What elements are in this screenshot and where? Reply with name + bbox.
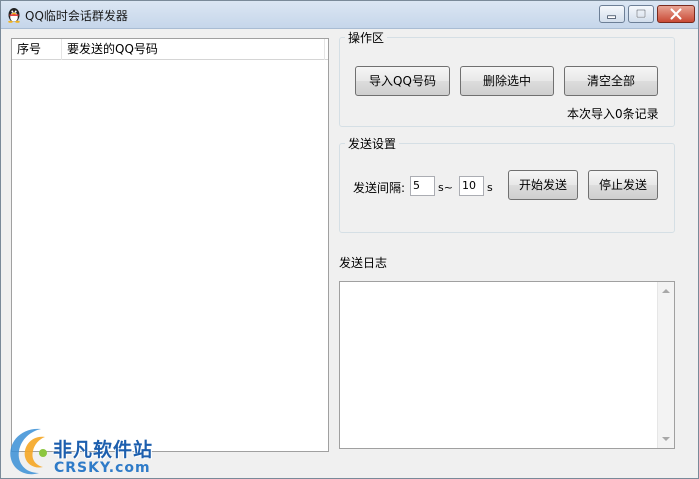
import-qq-button[interactable]: 导入QQ号码 (355, 66, 450, 96)
clear-all-button[interactable]: 清空全部 (564, 66, 658, 96)
interval-max-input[interactable]: 10 (459, 176, 484, 196)
send-log-label: 发送日志 (339, 256, 388, 270)
watermark-cn: 非凡软件站 (53, 439, 154, 461)
scroll-up-icon[interactable] (662, 289, 670, 293)
crsky-logo-icon (10, 428, 47, 475)
interval-max-unit: s (487, 181, 493, 194)
minimize-icon (607, 15, 616, 19)
scroll-down-icon[interactable] (662, 437, 670, 441)
log-scrollbar[interactable] (657, 282, 674, 448)
title-bar[interactable]: QQ临时会话群发器 (1, 1, 698, 29)
operation-group-title: 操作区 (345, 29, 388, 46)
start-send-button[interactable]: 开始发送 (508, 170, 578, 200)
close-button[interactable] (657, 5, 695, 23)
maximize-button[interactable] (628, 5, 654, 23)
column-header-index[interactable]: 序号 (12, 39, 62, 60)
app-window: QQ临时会话群发器 序号 要发送的QQ号码 操作区 导入QQ号码 删除选中 清空… (0, 0, 699, 479)
qq-number-list[interactable]: 序号 要发送的QQ号码 (11, 38, 329, 452)
minimize-button[interactable] (599, 5, 625, 23)
interval-min-unit: s~ (438, 181, 453, 194)
list-header: 序号 要发送的QQ号码 (12, 39, 328, 60)
column-header-qq-number[interactable]: 要发送的QQ号码 (62, 39, 325, 60)
window-title: QQ临时会话群发器 (25, 9, 128, 23)
stop-send-button[interactable]: 停止发送 (588, 170, 658, 200)
send-log-textarea[interactable] (339, 281, 675, 449)
close-icon (670, 8, 682, 20)
interval-label: 发送间隔: (353, 181, 406, 195)
watermark-en: CRSKY.com (54, 460, 151, 476)
send-settings-title: 发送设置 (345, 135, 400, 152)
import-status: 本次导入0条记录 (567, 107, 659, 121)
delete-selected-button[interactable]: 删除选中 (460, 66, 554, 96)
watermark: 非凡软件站 CRSKY.com (1, 419, 161, 479)
maximize-icon (636, 9, 646, 18)
qq-penguin-icon (8, 8, 20, 23)
interval-min-input[interactable]: 5 (410, 176, 435, 196)
